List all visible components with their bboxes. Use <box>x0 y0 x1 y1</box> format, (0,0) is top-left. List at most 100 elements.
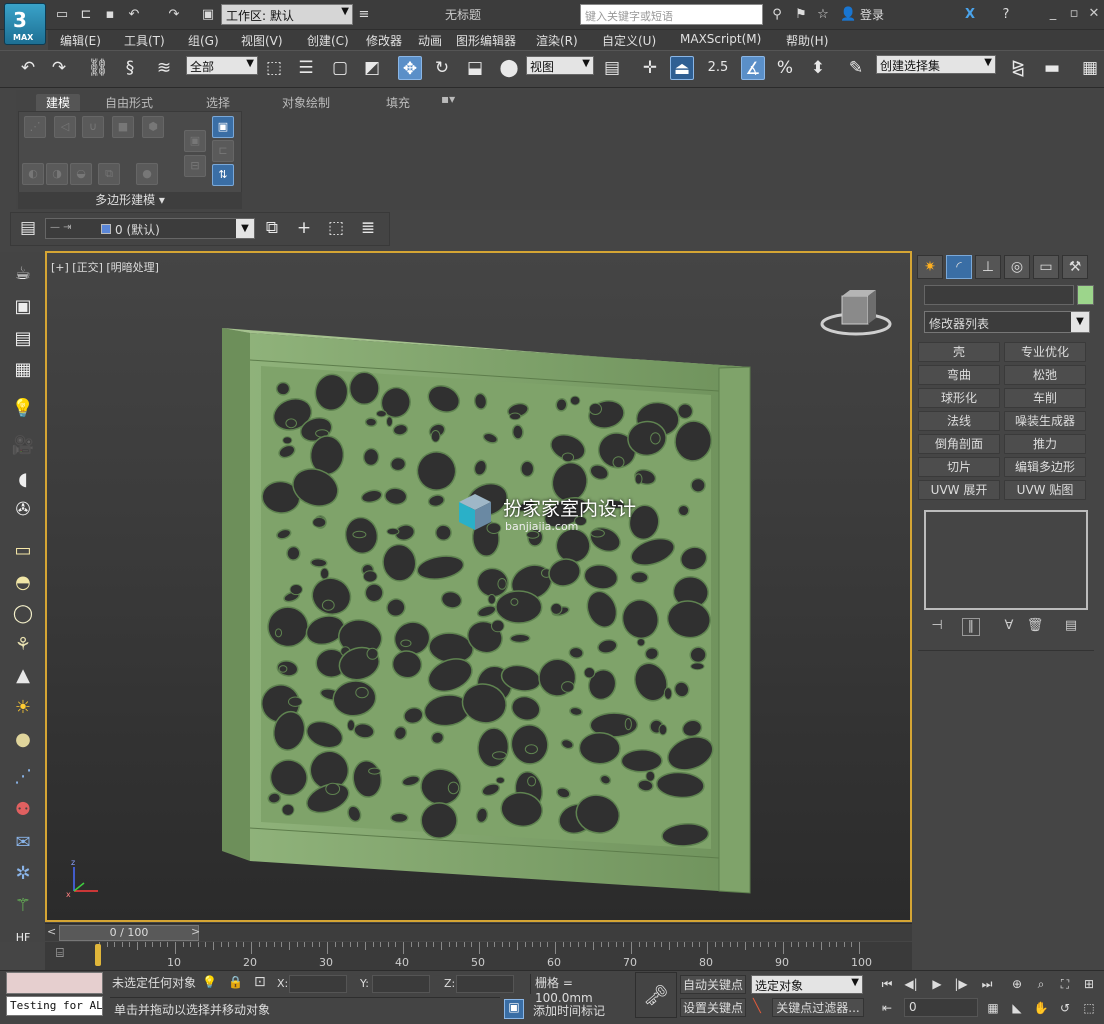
key-mode-toggle-icon[interactable]: ⇤ <box>878 999 896 1017</box>
modifier-button[interactable]: 切片 <box>918 457 1000 477</box>
create-tab-icon[interactable]: ✷ <box>917 255 943 279</box>
menu-help[interactable]: 帮助(H) <box>786 32 828 49</box>
select-and-move-icon[interactable]: ✥ <box>398 56 422 80</box>
maxscript-listener-input[interactable] <box>6 972 103 994</box>
configure-modifier-sets-icon[interactable]: ▤ <box>1062 618 1080 636</box>
ribbon-polygon-icon[interactable]: ■ <box>112 116 134 138</box>
viewport-label[interactable]: [+] [正交] [明暗处理] <box>51 259 159 275</box>
motion-tab-icon[interactable]: ◎ <box>1004 255 1030 279</box>
menu-group[interactable]: 组(G) <box>188 32 219 49</box>
sound-icon[interactable]: ◖ <box>10 467 36 493</box>
bind-space-warp-icon[interactable]: ≋ <box>152 56 176 80</box>
play-icon[interactable]: ▶ <box>928 975 946 993</box>
ribbon-preserve-uv-icon[interactable]: ◑ <box>46 163 68 185</box>
keyboard-shortcut-override-icon[interactable]: ⏏ <box>670 56 694 80</box>
select-objects-in-layer-icon[interactable]: ⬚ <box>324 216 348 240</box>
time-slider-prev-icon[interactable]: < <box>47 925 56 938</box>
redo-button[interactable]: ↷ <box>47 56 71 80</box>
display-tab-icon[interactable]: ▭ <box>1033 255 1059 279</box>
modifier-button[interactable]: 弯曲 <box>918 365 1000 385</box>
film-reel-icon[interactable]: ✇ <box>10 497 36 523</box>
modifier-button[interactable]: UVW 展开 <box>918 480 1000 500</box>
camera-icon[interactable]: 🎥 <box>10 433 36 459</box>
remove-modifier-icon[interactable]: 🗑 <box>1026 618 1044 636</box>
time-configuration-icon[interactable]: ▦ <box>984 999 1002 1017</box>
zoom-extents-all-icon[interactable]: ⊕ <box>1008 975 1026 993</box>
ribbon-tab-populate[interactable]: 填充 <box>386 94 410 111</box>
layer-manager-icon[interactable]: ▤ <box>16 216 40 240</box>
create-new-layer-icon[interactable]: ⧉ <box>260 216 284 240</box>
menu-modifiers[interactable]: 修改器 <box>366 32 402 49</box>
field-of-view-icon[interactable]: ◣ <box>1008 999 1026 1017</box>
select-by-name-icon[interactable]: ☰ <box>294 56 318 80</box>
utilities-tab-icon[interactable]: ⚒ <box>1062 255 1088 279</box>
make-unique-icon[interactable]: ∀ <box>1000 618 1018 636</box>
restore-icon[interactable]: ▫ <box>1066 6 1082 21</box>
sphere-icon[interactable]: ◯ <box>10 601 36 627</box>
select-object-icon[interactable]: ⬚ <box>262 56 286 80</box>
select-and-scale-icon[interactable]: ⬓ <box>463 56 487 80</box>
orbit-icon[interactable]: ↺ <box>1056 999 1074 1017</box>
maxscript-output[interactable]: Testing for ALC <box>6 996 103 1016</box>
modifier-button[interactable]: 法线 <box>918 411 1000 431</box>
layer-explorer-icon[interactable]: ▦ <box>1078 56 1102 80</box>
menu-graph-editors[interactable]: 图形编辑器 <box>456 32 516 49</box>
current-layer-dropdown[interactable]: — ⇥ 0 (默认) ▼ <box>45 218 255 239</box>
key-mode-dropdown[interactable]: 选定对象 ▼ <box>751 975 863 994</box>
x-coordinate-field[interactable] <box>289 975 347 993</box>
edit-named-selection-icon[interactable]: ✎ <box>844 56 868 80</box>
binoculars-icon[interactable]: ⚲ <box>769 7 785 23</box>
plane-icon[interactable]: ▭ <box>10 538 36 564</box>
redo-icon[interactable]: ↷ <box>166 7 182 23</box>
dynamics-icon[interactable]: ⚉ <box>10 797 36 823</box>
perspective-viewport[interactable] <box>45 251 912 922</box>
ribbon-vertex-icon[interactable]: ⋰ <box>24 116 46 138</box>
menu-customize[interactable]: 自定义(U) <box>602 32 656 49</box>
unlink-selection-icon[interactable]: § <box>118 56 142 80</box>
zoom-icon[interactable]: ⌕ <box>1032 975 1050 993</box>
angle-snap-icon[interactable]: ∡ <box>741 56 765 80</box>
ribbon-previous-modifier-icon[interactable]: ⇅ <box>212 164 234 186</box>
object-name-input[interactable] <box>924 285 1074 305</box>
scene-explorer-icon[interactable]: ▤ <box>10 326 36 352</box>
manipulate-icon[interactable]: ✛ <box>638 56 662 80</box>
menu-animation[interactable]: 动画 <box>418 32 442 49</box>
lock-selection-icon[interactable]: 🔒 <box>228 975 243 989</box>
ribbon-tab-modeling[interactable]: 建模 <box>36 94 81 111</box>
undo-icon[interactable]: ↶ <box>126 7 142 23</box>
y-coordinate-field[interactable] <box>372 975 430 993</box>
zoom-region-icon[interactable]: ⊞ <box>1080 975 1098 993</box>
project-folder-icon[interactable]: ▣ <box>200 7 216 23</box>
menu-rendering[interactable]: 渲染(R) <box>536 32 578 49</box>
pin-stack-icon[interactable]: ⊣ <box>928 618 946 636</box>
time-tag-icon[interactable]: ▣ <box>504 999 524 1019</box>
add-time-tag-button[interactable]: 添加时间标记 <box>533 1002 605 1019</box>
align-icon[interactable]: ▬ <box>1040 56 1064 80</box>
modifier-button[interactable]: 噪装生成器 <box>1004 411 1086 431</box>
time-slider-next-icon[interactable]: > <box>191 925 200 938</box>
time-slider-thumb[interactable]: 0 / 100 <box>59 925 199 941</box>
quick-access-menu-icon[interactable]: ≡ <box>356 7 372 23</box>
menu-create[interactable]: 创建(C) <box>307 32 349 49</box>
ribbon-tab-freeform[interactable]: 自由形式 <box>105 94 153 111</box>
current-frame-field[interactable]: 0 <box>904 998 978 1017</box>
set-current-layer-icon[interactable]: ≣ <box>356 216 380 240</box>
rectangular-selection-icon[interactable]: ▢ <box>328 56 352 80</box>
open-file-icon[interactable]: ⊏ <box>78 7 94 23</box>
isolate-selection-icon[interactable]: 💡 <box>202 975 217 989</box>
place-icon[interactable]: ⬤ <box>497 56 521 80</box>
sun-icon[interactable]: ☀ <box>10 695 36 721</box>
new-file-icon[interactable]: ▭ <box>54 7 70 23</box>
hemisphere-icon[interactable]: ◓ <box>10 570 36 596</box>
exchange-icon[interactable]: X <box>962 7 978 23</box>
menu-tools[interactable]: 工具(T) <box>124 32 165 49</box>
ribbon-show-result-icon[interactable]: ▣ <box>212 116 234 138</box>
snaps-toggle-button[interactable]: 2.5 <box>706 56 730 80</box>
material-editor-icon[interactable]: ▦ <box>10 357 36 383</box>
modifier-button[interactable]: 专业优化 <box>1004 342 1086 362</box>
search-input[interactable]: 键入关键字或短语 <box>580 4 763 25</box>
add-to-layer-icon[interactable]: + <box>292 216 316 240</box>
zoom-extents-selected-icon[interactable]: ⛶ <box>1056 975 1074 993</box>
envelope-icon[interactable]: ✉ <box>10 830 36 856</box>
render-frame-icon[interactable]: ▣ <box>10 294 36 320</box>
